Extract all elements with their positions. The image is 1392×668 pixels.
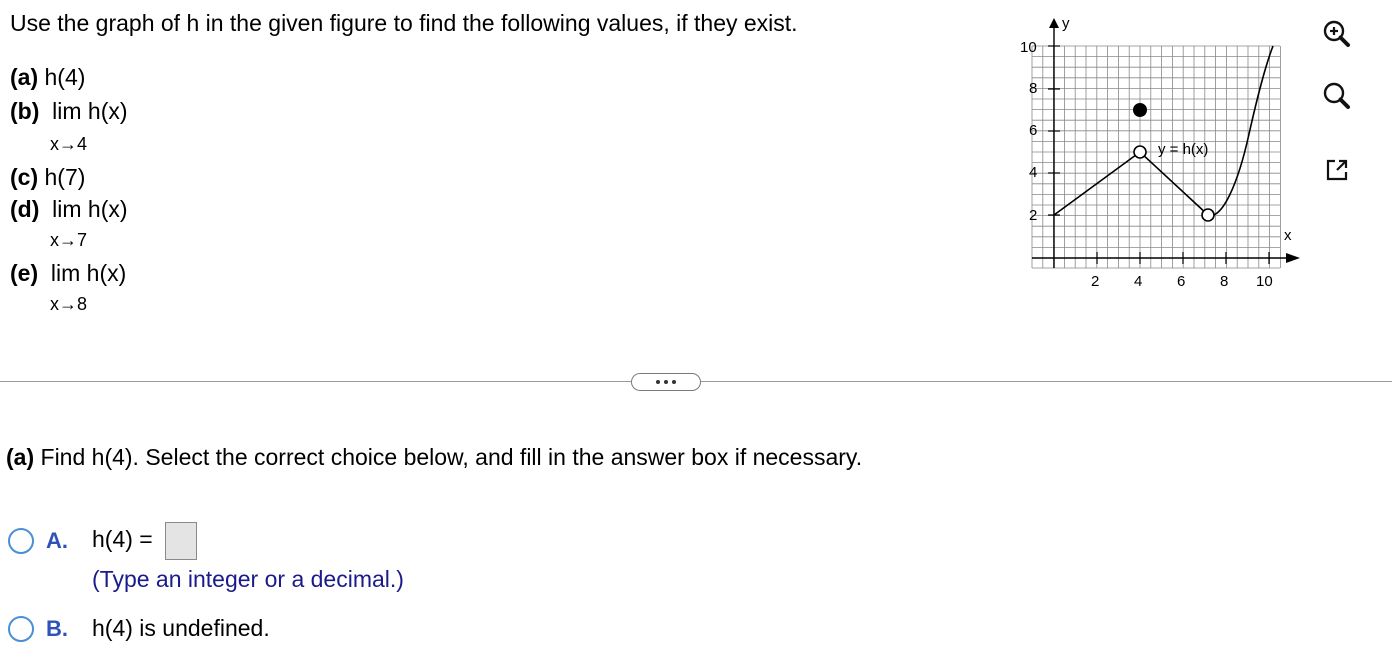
part-c-text: h(7) — [44, 164, 86, 190]
part-e: (e) lim h(x) — [10, 260, 126, 286]
part-b-text: lim h(x) — [52, 98, 128, 124]
x-tick-10: 10 — [1256, 273, 1273, 290]
open-point-x4 — [1133, 145, 1147, 159]
question-label: (a) — [6, 444, 35, 470]
part-e-subscript: x→8 — [50, 294, 88, 314]
part-b: (b) lim h(x) — [10, 98, 128, 124]
zoom-in-icon — [1323, 20, 1350, 47]
zoom-out-icon — [1323, 82, 1350, 109]
choice-b-text: h(4) is undefined. — [92, 615, 270, 641]
ellipsis-dot-2 — [664, 380, 668, 384]
curve-label: y = h(x) — [1158, 141, 1208, 158]
choice-a-text: h(4) = — [92, 522, 198, 560]
part-d: (d) lim h(x) — [10, 196, 128, 222]
filled-point-x4 — [1133, 103, 1147, 117]
part-e-letter: (e) — [10, 260, 39, 286]
choice-b[interactable]: B. h(4) is undefined. — [8, 615, 270, 642]
choice-a[interactable]: A. h(4) = — [8, 522, 198, 560]
function-graph: y x 10 8 6 4 2 2 4 6 8 10 y = h(x) — [1020, 15, 1300, 290]
choice-a-hint: (Type an integer or a decimal.) — [92, 566, 404, 592]
y-axis-arrow — [1049, 18, 1059, 28]
ellipsis-dot-3 — [672, 380, 676, 384]
part-a-text: h(4) — [44, 64, 86, 90]
x-tick-8: 8 — [1220, 273, 1228, 290]
popout-button[interactable] — [1317, 150, 1357, 190]
problem-intro: Use the graph of h in the given figure t… — [10, 10, 798, 36]
part-a: (a) h(4) — [10, 64, 85, 90]
part-d-subscript: x→7 — [50, 230, 88, 250]
answer-input-box[interactable] — [165, 522, 198, 560]
choice-b-letter: B. — [46, 615, 68, 641]
x-tick-2: 2 — [1091, 273, 1099, 290]
y-tick-2: 2 — [1029, 207, 1037, 224]
x-tick-6: 6 — [1177, 273, 1185, 290]
y-tick-6: 6 — [1029, 122, 1037, 139]
part-d-text: lim h(x) — [52, 196, 128, 222]
part-c: (c) h(7) — [10, 164, 85, 190]
part-e-text: lim h(x) — [50, 260, 127, 286]
part-b-subscript: x→4 — [50, 134, 88, 154]
popout-icon — [1326, 159, 1348, 181]
y-tick-8: 8 — [1029, 80, 1037, 97]
expand-more-button[interactable] — [631, 373, 701, 391]
part-d-letter: (d) — [10, 196, 40, 222]
question-text: Find h(4). Select the correct choice bel… — [40, 444, 863, 470]
ellipsis-dot-1 — [656, 380, 660, 384]
zoom-in-button[interactable] — [1317, 14, 1357, 54]
zoom-out-button[interactable] — [1317, 76, 1357, 116]
choice-a-label: h(4) = — [92, 526, 153, 553]
part-a-letter: (a) — [10, 64, 39, 90]
x-axis-label: x — [1284, 227, 1292, 244]
part-b-letter: (b) — [10, 98, 40, 124]
y-axis-label: y — [1062, 15, 1070, 32]
y-tick-4: 4 — [1029, 164, 1037, 181]
open-point-x7 — [1201, 208, 1215, 222]
question-prompt: (a) Find h(4). Select the correct choice… — [6, 443, 862, 471]
choice-b-radio[interactable] — [8, 615, 34, 642]
y-tick-10: 10 — [1020, 39, 1037, 56]
choice-a-letter: A. — [46, 528, 68, 553]
x-tick-4: 4 — [1134, 273, 1142, 290]
part-c-letter: (c) — [10, 164, 39, 190]
x-axis-arrow — [1286, 253, 1300, 263]
choice-a-radio[interactable] — [8, 528, 34, 554]
